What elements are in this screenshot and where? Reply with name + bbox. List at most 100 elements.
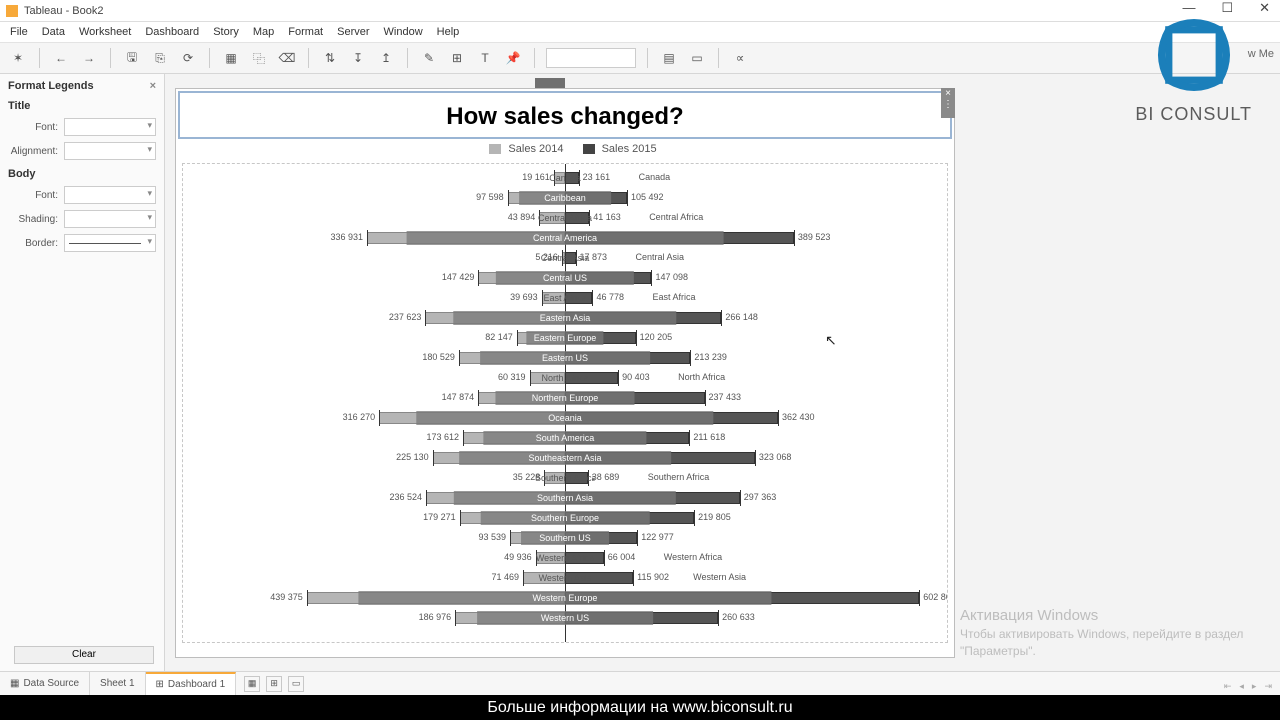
menubar: File Data Worksheet Dashboard Story Map … [0,22,1280,42]
menu-worksheet[interactable]: Worksheet [79,26,131,38]
presentation-button[interactable]: ▭ [687,48,707,68]
chart-row[interactable]: Northern Europe147 874237 433 [183,390,947,406]
footer-banner: Больше информации на www.biconsult.ru [0,695,1280,720]
legend-swatch-2014 [489,144,501,154]
pin-button[interactable]: 📌 [503,48,523,68]
chart-row[interactable]: Western Africa49 93666 004Western Africa [183,550,947,566]
chart-row[interactable]: Southern Asia236 524297 363 [183,490,947,506]
chart-row[interactable]: Canada19 16123 161Canada [183,170,947,186]
clear-button[interactable]: ⌫ [277,48,297,68]
new-worksheet-button[interactable]: ▦ [221,48,241,68]
status-bar-nav: ⇤ ◂ ▸ ⇥ [1224,681,1272,692]
status-next[interactable]: ▸ [1252,681,1257,692]
chart-title[interactable]: How sales changed? [178,91,952,139]
tab-data-source[interactable]: ▦ Data Source [0,672,90,695]
menu-map[interactable]: Map [253,26,274,38]
chart-body[interactable]: Canada19 16123 161Canada Caribbean97 5981… [182,163,948,643]
body-font-selector[interactable] [64,186,156,204]
clear-format-button[interactable]: Clear [14,646,154,664]
sort-asc-button[interactable]: ↧ [348,48,368,68]
dashboard-frame[interactable]: ×⋮ How sales changed? Sales 2014 Sales 2… [175,88,955,658]
label-body-font: Font: [8,190,64,201]
duplicate-button[interactable]: ⿻ [249,48,269,68]
window-title: Tableau - Book2 [24,5,104,17]
new-story-tab-button[interactable]: ▭ [288,676,304,692]
toolbar: ✶ ← → 🖫 ⎘ ⟳ ▦ ⿻ ⌫ ⇅ ↧ ↥ ✎ ⊞ T 📌 ▤ ▭ ∝ [0,42,1280,74]
body-shading-selector[interactable] [64,210,156,228]
format-panel-close[interactable]: × [150,80,156,92]
chart-row[interactable]: South America173 612211 618 [183,430,947,446]
chart-row[interactable]: Western Europe439 375602 861 [183,590,947,606]
brand-logo: BI CONSULT [1135,10,1252,125]
swap-button[interactable]: ⇅ [320,48,340,68]
chart-row[interactable]: Central America336 931389 523 [183,230,947,246]
chart-row[interactable]: Central Africa43 89441 163Central Africa [183,210,947,226]
menu-dashboard[interactable]: Dashboard [145,26,199,38]
new-dashboard-tab-button[interactable]: ⊞ [266,676,282,692]
menu-file[interactable]: File [10,26,28,38]
refresh-button[interactable]: ⟳ [178,48,198,68]
menu-story[interactable]: Story [213,26,239,38]
story-nav-tab[interactable] [535,78,565,88]
menu-help[interactable]: Help [437,26,460,38]
logo-icon [1149,10,1239,100]
chart-row[interactable]: East Africa39 69346 778East Africa [183,290,947,306]
chart-row[interactable]: Oceania316 270362 430 [183,410,947,426]
close-button[interactable]: ✕ [1253,0,1276,16]
label-alignment: Alignment: [8,146,64,157]
chart-row[interactable]: Southern Africa35 22838 689Southern Afri… [183,470,947,486]
save-button[interactable]: 🖫 [122,48,142,68]
chart-row[interactable]: Southern Europe179 271219 805 [183,510,947,526]
title-alignment-selector[interactable] [64,142,156,160]
titlebar: Tableau - Book2 — ☐ ✕ [0,0,1280,22]
tab-dashboard1[interactable]: ⊞ Dashboard 1 [146,672,237,695]
title-font-selector[interactable] [64,118,156,136]
chart-row[interactable]: Southeastern Asia225 130323 068 [183,450,947,466]
new-worksheet-tab-button[interactable]: ▦ [244,676,260,692]
chart-row[interactable]: North Africa60 31990 403North Africa [183,370,947,386]
chart-row[interactable]: Southern US93 539122 977 [183,530,947,546]
menu-server[interactable]: Server [337,26,369,38]
format-panel: Format Legends × Title Font: Alignment: … [0,74,165,674]
group-button[interactable]: ⊞ [447,48,467,68]
menu-data[interactable]: Data [42,26,65,38]
label-shading: Shading: [8,214,64,225]
chart-row[interactable]: Western US186 976260 633 [183,610,947,626]
frame-controls[interactable]: ×⋮ [941,88,955,118]
status-last[interactable]: ⇥ [1264,681,1272,692]
tableau-logo-icon[interactable]: ✶ [8,48,28,68]
status-prev[interactable]: ◂ [1239,681,1244,692]
windows-activation-watermark: Активация Windows Чтобы активировать Win… [960,605,1260,660]
brand-text: BI CONSULT [1135,104,1252,125]
app-icon [6,5,18,17]
legend[interactable]: Sales 2014 Sales 2015 [176,141,954,161]
new-data-button[interactable]: ⎘ [150,48,170,68]
dashboard-canvas[interactable]: ×⋮ How sales changed? Sales 2014 Sales 2… [165,74,1280,674]
back-button[interactable]: ← [51,48,71,68]
body-border-selector[interactable] [64,234,156,252]
chart-row[interactable]: Caribbean97 598105 492 [183,190,947,206]
section-title: Title [8,100,156,112]
highlight-button[interactable]: ✎ [419,48,439,68]
chart-row[interactable]: Central Asia5 21617 873Central Asia [183,250,947,266]
menu-window[interactable]: Window [384,26,423,38]
sheet-tabs: ▦ Data Source Sheet 1 ⊞ Dashboard 1 ▦ ⊞ … [0,671,1280,695]
tab-sheet1[interactable]: Sheet 1 [90,672,145,695]
chart-row[interactable]: Eastern Asia237 623266 148 [183,310,947,326]
cursor-icon: ↖ [825,332,837,349]
cards-button[interactable]: ▤ [659,48,679,68]
legend-label-2015: Sales 2015 [602,143,657,155]
sort-desc-button[interactable]: ↥ [376,48,396,68]
chart-row[interactable]: Eastern US180 529213 239 [183,350,947,366]
menu-format[interactable]: Format [288,26,323,38]
forward-button[interactable]: → [79,48,99,68]
status-first[interactable]: ⇤ [1224,681,1232,692]
legend-swatch-2015 [583,144,595,154]
chart-row[interactable]: Central US147 429147 098 [183,270,947,286]
legend-label-2014: Sales 2014 [508,143,563,155]
share-button[interactable]: ∝ [730,48,750,68]
labels-button[interactable]: T [475,48,495,68]
chart-row[interactable]: Western Asia71 469115 902Western Asia [183,570,947,586]
fit-selector[interactable] [546,48,636,68]
format-panel-title: Format Legends [8,80,94,92]
